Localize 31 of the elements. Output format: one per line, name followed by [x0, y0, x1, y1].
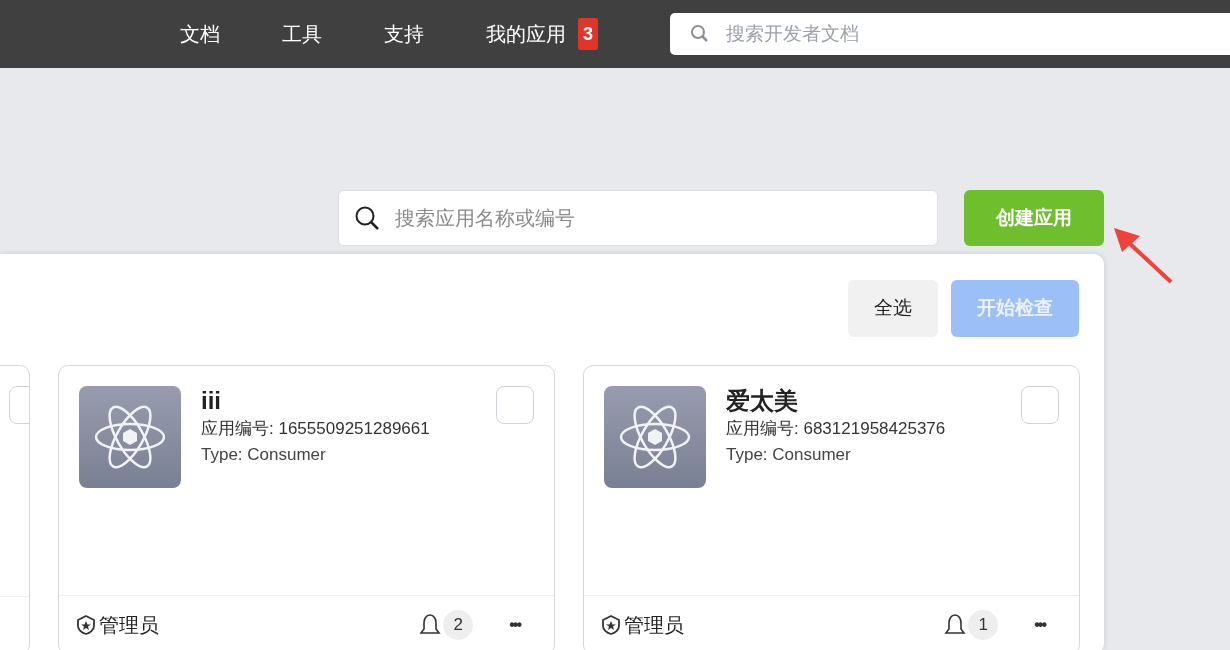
shield-icon	[75, 614, 97, 636]
app-type: Type: Consumer	[201, 444, 327, 466]
search-icon	[354, 205, 380, 231]
docs-search-field[interactable]: 搜索开发者文档	[670, 13, 1230, 55]
shield-icon	[600, 614, 622, 636]
more-button[interactable]: •••	[1034, 613, 1045, 637]
app-name: 爱太美	[726, 386, 799, 416]
checkbox[interactable]	[1021, 386, 1059, 424]
select-all-button[interactable]: 全选	[848, 280, 938, 337]
bell-icon[interactable]	[944, 613, 967, 637]
nav-link[interactable]: 文档	[180, 19, 220, 49]
count-badge: 3	[578, 18, 598, 50]
role-label: 管理员	[99, 613, 159, 638]
app-type: Type: Consumer	[726, 444, 852, 466]
app-icon	[604, 386, 706, 488]
search-icon	[690, 24, 710, 44]
count-badge: 1	[968, 610, 999, 640]
app-name: iii	[201, 386, 222, 416]
app-id: 应用编号: 1655509251289661	[201, 418, 431, 440]
app-id: 应用编号: 683121958425376	[726, 418, 947, 440]
arrow-annotation	[1114, 228, 1174, 284]
role-label: 管理员	[624, 613, 684, 638]
nav-link[interactable]: 我的应用	[486, 19, 566, 49]
nav-link[interactable]: 支持	[384, 19, 424, 49]
app-search-field[interactable]: 搜索应用名称或编号	[338, 190, 938, 246]
bell-icon[interactable]	[419, 613, 442, 637]
app-icon	[79, 386, 181, 488]
count-badge: 2	[443, 610, 474, 640]
more-button[interactable]: •••	[509, 613, 520, 637]
nav-link[interactable]: 工具	[282, 19, 322, 49]
checkbox[interactable]	[496, 386, 534, 424]
